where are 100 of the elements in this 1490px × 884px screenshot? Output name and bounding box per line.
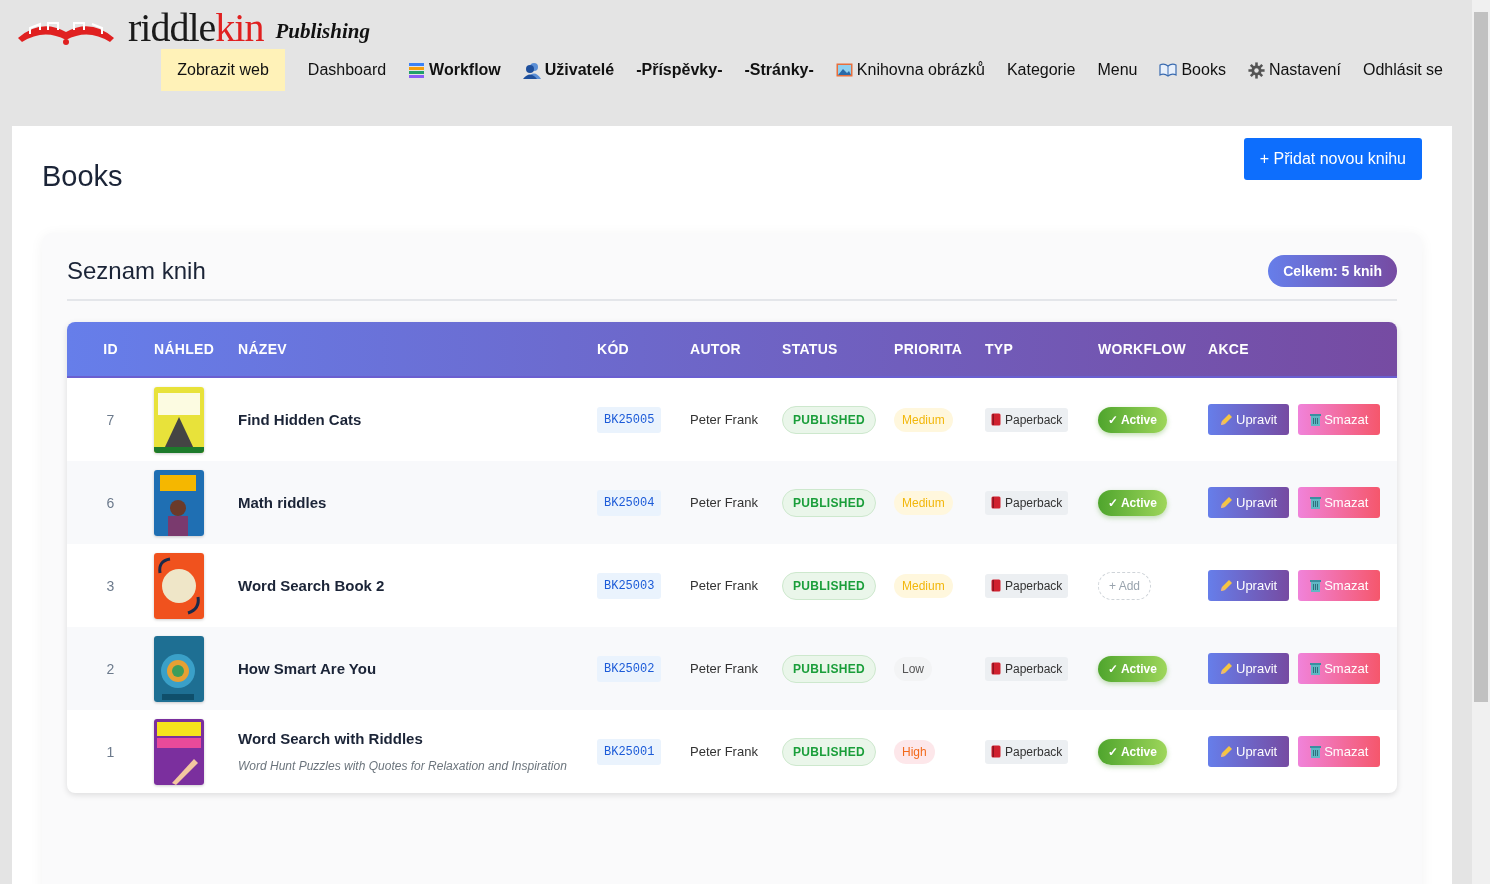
edit-button[interactable]: Upravit	[1208, 570, 1290, 601]
table-cell: 6	[106, 494, 115, 511]
status-badge: PUBLISHED	[782, 571, 877, 600]
section-title: Seznam knih	[67, 257, 206, 285]
delete-button[interactable]: Smazat	[1298, 736, 1381, 767]
trash-icon	[1310, 745, 1322, 758]
page-title: Books	[42, 160, 123, 193]
column-header: TYP	[985, 341, 1015, 357]
edit-button[interactable]: Upravit	[1208, 653, 1290, 684]
trash-icon	[1310, 662, 1322, 675]
priority-badge: Medium	[894, 573, 953, 598]
status-badge: PUBLISHED	[782, 405, 877, 434]
code-tag: BK25003	[597, 572, 662, 599]
book-title: Math riddles	[238, 494, 328, 511]
trash-icon	[1310, 413, 1322, 426]
brand-name: riddlekin	[128, 10, 264, 46]
code-tag: BK25002	[597, 655, 662, 682]
edit-button[interactable]: Upravit	[1208, 736, 1290, 767]
image-icon	[835, 63, 853, 77]
scrollbar[interactable]	[1472, 0, 1490, 884]
pencil-icon	[1220, 745, 1233, 758]
nav-link[interactable]: Nastavení	[1238, 50, 1350, 90]
pencil-icon	[1220, 413, 1233, 426]
nav-link[interactable]: -Stránky-	[735, 50, 823, 90]
type-tag: Paperback	[985, 656, 1069, 681]
column-header: NÁZEV	[238, 341, 288, 357]
column-header: WORKFLOW	[1098, 341, 1187, 357]
nav-link[interactable]: Menu	[1088, 50, 1147, 90]
column-header: PRIORITA	[894, 341, 964, 357]
type-tag: Paperback	[985, 490, 1069, 515]
nav-link[interactable]: Kategorie	[997, 50, 1085, 90]
column-header: STATUS	[782, 341, 839, 357]
nav-link[interactable]: Dashboard	[298, 50, 396, 90]
nav-link[interactable]: Workflow	[399, 50, 510, 90]
type-tag: Paperback	[985, 407, 1069, 432]
edit-button[interactable]: Upravit	[1208, 404, 1290, 435]
priority-badge: High	[894, 739, 935, 764]
column-header: AUTOR	[690, 341, 743, 357]
table-cell: 7	[106, 411, 115, 428]
column-header: AKCE	[1208, 341, 1250, 357]
table-cell: 2	[106, 660, 115, 677]
priority-badge: Low	[894, 656, 932, 681]
open-book-icon	[1159, 63, 1178, 77]
type-tag: Paperback	[985, 739, 1069, 764]
table-cell: 1	[106, 743, 115, 760]
delete-button[interactable]: Smazat	[1298, 570, 1381, 601]
book-icon	[991, 745, 1001, 758]
book-icon	[991, 413, 1001, 426]
edit-button[interactable]: Upravit	[1208, 487, 1290, 518]
code-tag: BK25004	[597, 489, 662, 516]
status-badge: PUBLISHED	[782, 488, 877, 517]
priority-badge: Medium	[894, 490, 953, 515]
nav-link[interactable]: -Příspěvky-	[627, 50, 732, 90]
pencil-icon	[1220, 579, 1233, 592]
stacked-books-icon	[408, 61, 426, 79]
add-book-button[interactable]: + Přidat novou knihu	[1243, 138, 1422, 180]
book-title: Word Search with Riddles	[238, 730, 424, 747]
delete-button[interactable]: Smazat	[1298, 404, 1381, 435]
delete-button[interactable]: Smazat	[1298, 653, 1381, 684]
book-icon	[991, 579, 1001, 592]
table-cell-text: Peter Frank	[690, 495, 759, 510]
nav-link[interactable]: Uživatelé	[513, 50, 624, 90]
status-badge: PUBLISHED	[782, 737, 877, 766]
workflow-badge[interactable]: ✓ Active	[1098, 406, 1167, 433]
status-badge: PUBLISHED	[782, 654, 877, 683]
pencil-icon	[1220, 662, 1233, 675]
trash-icon	[1310, 579, 1322, 592]
pencil-icon	[1220, 496, 1233, 509]
total-badge: Celkem: 5 knih	[1268, 255, 1397, 287]
users-icon	[522, 61, 541, 79]
table-cell-text: Peter Frank	[690, 661, 759, 676]
table-cell-text: Peter Frank	[690, 744, 759, 759]
book-title: Word Search Book 2	[238, 577, 386, 594]
nav-link[interactable]: Odhlásit se	[1353, 50, 1452, 90]
code-tag: BK25001	[597, 738, 662, 765]
table-cell-text: Peter Frank	[690, 578, 759, 593]
book-subtitle: Word Hunt Puzzles with Quotes for Relaxation and Inspiration	[238, 759, 568, 773]
brand-tagline: Publishing	[275, 19, 370, 45]
column-header: NÁHLED	[154, 341, 216, 357]
nav-link[interactable]: Books	[1150, 50, 1235, 90]
column-header: ID	[103, 341, 118, 357]
book-title: How Smart Are You	[238, 660, 378, 677]
type-tag: Paperback	[985, 573, 1069, 598]
workflow-badge[interactable]: ✓ Active	[1098, 489, 1167, 516]
column-header: KÓD	[597, 341, 630, 357]
book-icon	[991, 496, 1001, 509]
nav-link[interactable]: Zobrazit web	[161, 49, 285, 91]
code-tag: BK25005	[597, 406, 662, 433]
table-cell: 3	[106, 577, 115, 594]
nav-link[interactable]: Knihovna obrázků	[826, 50, 994, 90]
delete-button[interactable]: Smazat	[1298, 487, 1381, 518]
book-title: Find Hidden Cats	[238, 411, 363, 428]
add-workflow-button[interactable]: + Add	[1098, 571, 1152, 600]
trash-icon	[1310, 496, 1322, 509]
workflow-badge[interactable]: ✓ Active	[1098, 738, 1167, 765]
priority-badge: Medium	[894, 407, 953, 432]
gear-icon	[1247, 61, 1265, 79]
workflow-badge[interactable]: ✓ Active	[1098, 655, 1167, 682]
book-icon	[991, 662, 1001, 675]
table-cell-text: Peter Frank	[690, 412, 759, 427]
